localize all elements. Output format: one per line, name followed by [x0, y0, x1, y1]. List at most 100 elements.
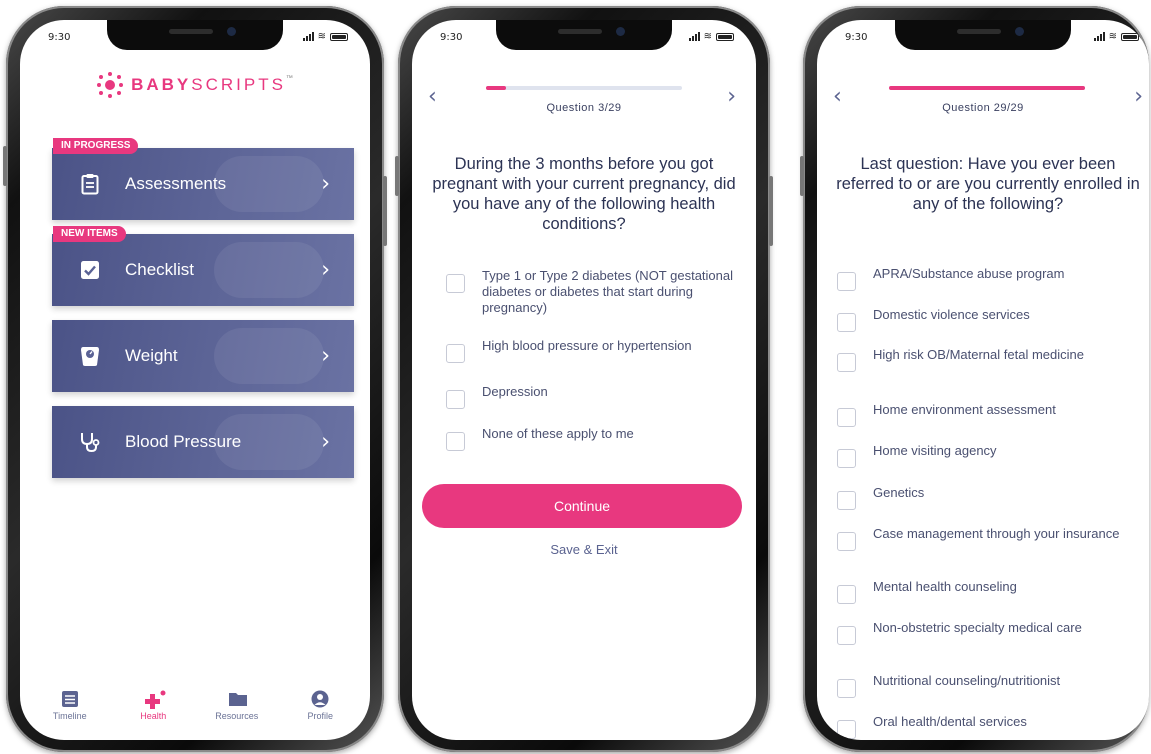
option-item[interactable]: Home visiting agency	[837, 443, 1145, 468]
notch	[496, 20, 672, 50]
new-items-badge: NEW ITEMS	[53, 226, 126, 242]
option-checkbox[interactable]	[446, 390, 465, 409]
option-item[interactable]: Mental health counseling	[837, 579, 1145, 604]
assessments-card[interactable]: Assessments ›	[52, 148, 354, 220]
assessments-label: Assessments	[125, 174, 227, 193]
tab-health[interactable]: Health	[123, 682, 183, 740]
option-item[interactable]: Non-obstetric specialty medical care	[837, 620, 1145, 645]
option-item[interactable]: Domestic violence services	[837, 307, 1145, 332]
option-checkbox[interactable]	[837, 532, 856, 551]
option-checkbox[interactable]	[837, 272, 856, 291]
option-label: Depression	[482, 384, 548, 399]
save-exit-link[interactable]: Save & Exit	[412, 542, 756, 557]
blood-pressure-card[interactable]: Blood Pressure ›	[52, 406, 354, 478]
signal-icon	[1093, 32, 1105, 41]
option-label: Nutritional counseling/nutritionist	[873, 673, 1061, 688]
checklist-label: Checklist	[125, 260, 194, 279]
folder-icon	[228, 690, 247, 708]
option-label: Type 1 or Type 2 diabetes (NOT gestation…	[482, 268, 733, 315]
in-progress-badge: IN PROGRESS	[53, 138, 139, 154]
blood-pressure-label: Blood Pressure	[125, 432, 242, 451]
checkbox-icon	[78, 258, 102, 282]
option-checkbox[interactable]	[837, 626, 856, 645]
chevron-right-icon: ›	[321, 171, 330, 197]
option-item[interactable]: Oral health/dental services	[837, 714, 1145, 739]
phone-question-29: 9:30 ≋ ‹ › Question 29/29 Last question:…	[800, 6, 1149, 752]
chevron-right-icon: ›	[321, 429, 330, 455]
logo-mark-icon	[97, 72, 124, 98]
option-checkbox[interactable]	[446, 274, 465, 293]
weight-label: Weight	[125, 346, 178, 365]
option-item[interactable]: High risk OB/Maternal fetal medicine	[837, 347, 1145, 372]
weight-card[interactable]: Weight ›	[52, 320, 354, 392]
status-icons: ≋	[688, 31, 734, 42]
option-item[interactable]: Genetics	[837, 485, 1145, 510]
option-label: Genetics	[873, 485, 925, 500]
phone-question-3: 9:30 ≋ ‹ › Question 3/29 During the 3 mo…	[395, 6, 773, 752]
option-depression[interactable]: Depression	[446, 384, 746, 409]
logo-wordmark: BABYSCRIPTS™	[131, 75, 293, 94]
option-item[interactable]: Nutritional counseling/nutritionist	[837, 673, 1145, 698]
option-high-blood-pressure[interactable]: High blood pressure or hypertension	[446, 338, 746, 363]
wifi-icon: ≋	[317, 31, 326, 42]
status-time: 9:30	[440, 32, 463, 43]
option-checkbox[interactable]	[837, 720, 856, 739]
home-screen: 9:30 ≋ BABYSCRIPTS™ IN PROGRESS Assessme…	[20, 20, 370, 740]
option-checkbox[interactable]	[837, 491, 856, 510]
option-checkbox[interactable]	[446, 432, 465, 451]
profile-icon	[311, 690, 329, 708]
chevron-right-icon: ›	[321, 343, 330, 369]
question-29-screen: 9:30 ≋ ‹ › Question 29/29 Last question:…	[817, 20, 1149, 740]
tab-timeline[interactable]: Timeline	[40, 682, 100, 740]
option-checkbox[interactable]	[446, 344, 465, 363]
tab-resources[interactable]: Resources	[207, 682, 267, 740]
notch	[107, 20, 283, 50]
option-label: APRA/Substance abuse program	[873, 266, 1065, 281]
question-3-screen: 9:30 ≋ ‹ › Question 3/29 During the 3 mo…	[412, 20, 756, 740]
bottom-tab-bar: Timeline Health Resources Profile	[20, 682, 370, 740]
question-counter: Question 29/29	[942, 102, 1024, 114]
status-time: 9:30	[845, 32, 868, 43]
signal-icon	[302, 32, 314, 41]
wifi-icon: ≋	[703, 31, 712, 42]
option-label: High risk OB/Maternal fetal medicine	[873, 347, 1084, 362]
option-label: Non-obstetric specialty medical care	[873, 620, 1082, 635]
option-checkbox[interactable]	[837, 408, 856, 427]
tab-timeline-label: Timeline	[52, 711, 87, 721]
status-icons: ≋	[302, 31, 348, 42]
status-icons: ≋	[1093, 32, 1139, 42]
option-item[interactable]: Home environment assessment	[837, 402, 1145, 427]
option-label: None of these apply to me	[482, 426, 634, 441]
question-counter: Question 3/29	[546, 102, 622, 114]
continue-button[interactable]: Continue	[422, 484, 742, 528]
option-label: Domestic violence services	[873, 307, 1030, 322]
option-item[interactable]: APRA/Substance abuse program	[837, 266, 1145, 291]
checklist-card[interactable]: Checklist ›	[52, 234, 354, 306]
option-label: Home environment assessment	[873, 402, 1056, 417]
option-label: Home visiting agency	[873, 443, 997, 458]
scale-icon	[78, 344, 102, 368]
option-checkbox[interactable]	[837, 353, 856, 372]
question-text: Last question: Have you ever been referr…	[836, 155, 1140, 213]
option-item[interactable]: Case management through your insurance	[837, 526, 1145, 551]
option-checkbox[interactable]	[837, 449, 856, 468]
tab-profile[interactable]: Profile	[290, 682, 350, 740]
option-checkbox[interactable]	[837, 585, 856, 604]
status-time: 9:30	[48, 32, 71, 43]
option-label: Case management through your insurance	[873, 526, 1120, 541]
option-label: Mental health counseling	[873, 579, 1017, 594]
tab-resources-label: Resources	[215, 711, 259, 721]
option-checkbox[interactable]	[837, 679, 856, 698]
option-diabetes[interactable]: Type 1 or Type 2 diabetes (NOT gestation…	[446, 268, 746, 316]
battery-icon	[716, 32, 734, 41]
option-none[interactable]: None of these apply to me	[446, 426, 746, 451]
notch	[895, 20, 1071, 50]
health-plus-icon	[144, 690, 166, 709]
timeline-icon	[61, 690, 79, 708]
battery-icon	[1121, 32, 1139, 41]
option-checkbox[interactable]	[837, 313, 856, 332]
signal-icon	[688, 32, 700, 41]
option-label: Oral health/dental services	[873, 714, 1027, 729]
clipboard-icon	[78, 172, 102, 196]
tab-profile-label: Profile	[307, 711, 333, 721]
